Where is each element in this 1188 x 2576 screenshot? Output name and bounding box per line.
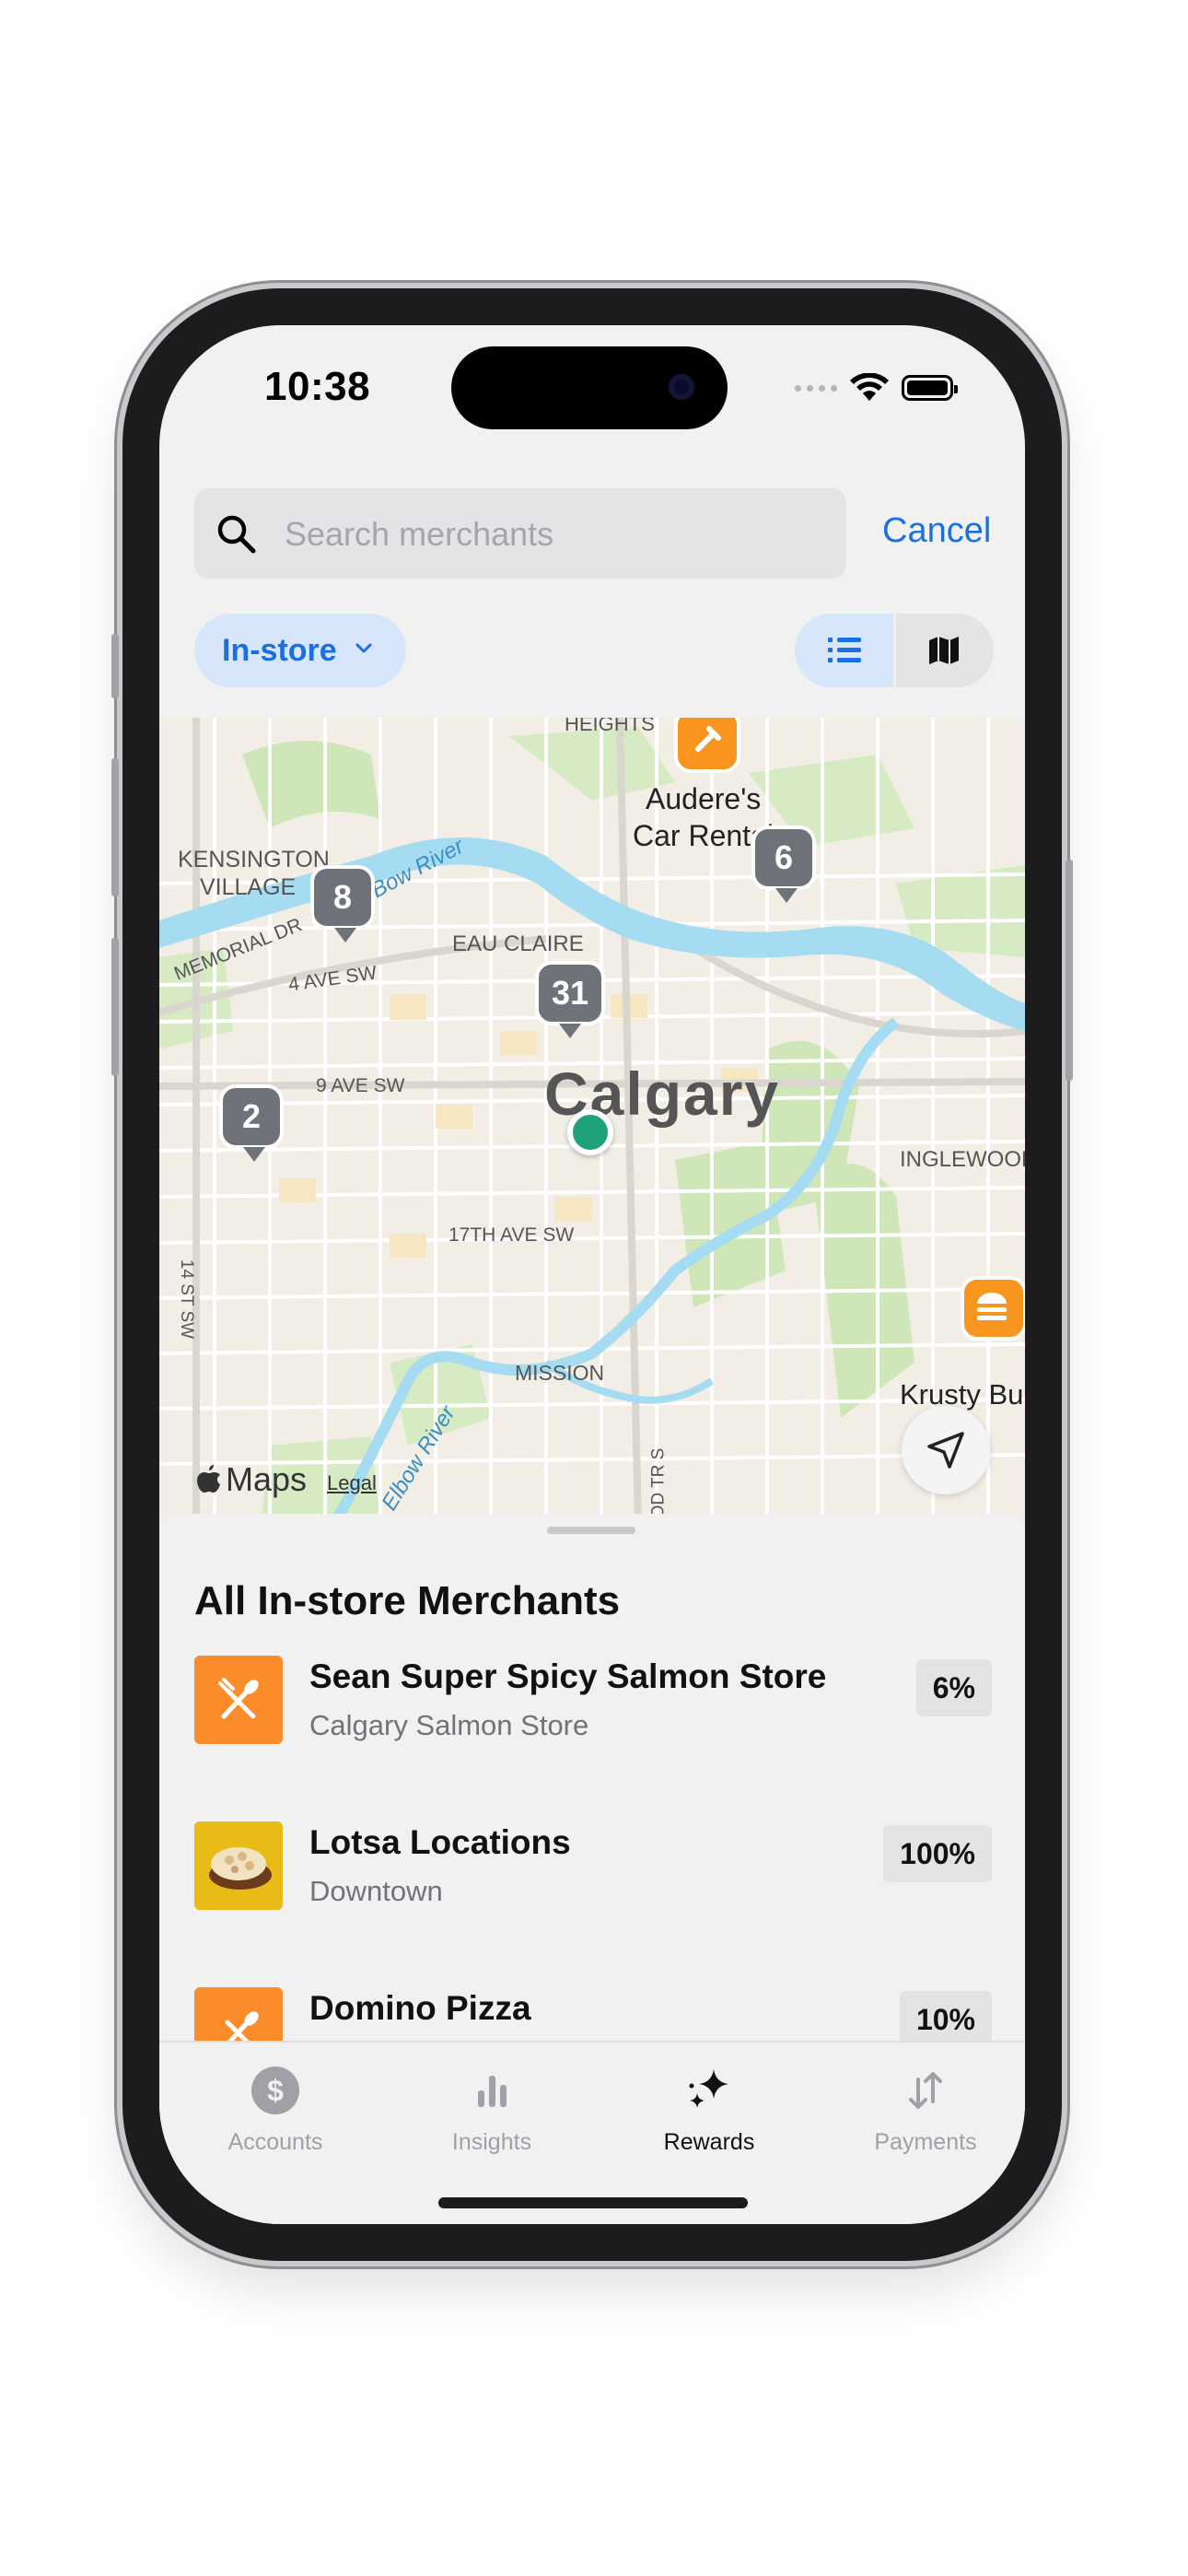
phone-frame: 10:38 Cancel In-store (111, 288, 1073, 2261)
location-arrow-icon (927, 1432, 964, 1469)
merchant-subtitle: Downtown (309, 1875, 443, 1907)
sheet-title: All In-store Merchants (194, 1578, 621, 1623)
arrows-icon (909, 2072, 942, 2109)
burger-icon (977, 1293, 1007, 1320)
search-box[interactable] (194, 488, 846, 580)
food-bowl-image (194, 1821, 283, 1910)
merchant-name: Sean Super Spicy Salmon Store (309, 1657, 827, 1695)
screen: 10:38 Cancel In-store (159, 325, 1025, 2224)
map-view-button[interactable] (894, 614, 994, 687)
tab-label: Rewards (663, 2129, 755, 2155)
sheet-grabber[interactable] (547, 1527, 635, 1534)
silent-switch (111, 634, 119, 698)
merchant-thumb (194, 1656, 283, 1744)
merchant-pin-food[interactable] (961, 1276, 1025, 1341)
locate-me-button[interactable] (902, 1406, 990, 1494)
apple-maps-logo: Maps (196, 1460, 307, 1499)
tab-accounts[interactable]: $ Accounts (188, 2063, 363, 2156)
map-label-krusty: Krusty Bu (900, 1378, 1024, 1411)
signal-dots-icon (795, 384, 837, 392)
merchant-name: Domino Pizza (309, 1989, 531, 2027)
svg-text:$: $ (267, 2074, 284, 2107)
map-label-audere: Audere's (646, 782, 762, 815)
tab-rewards[interactable]: Rewards (622, 2063, 797, 2156)
volume-up-button (111, 758, 119, 896)
cluster-pin-2[interactable]: 2 (219, 1084, 284, 1162)
tab-label: Payments (874, 2129, 977, 2155)
reward-badge: 100% (883, 1825, 992, 1882)
list-view-button[interactable] (795, 614, 894, 687)
map-label-kensington: KENSINGTON (178, 847, 330, 872)
apple-logo-icon (197, 1465, 220, 1493)
list-icon (828, 638, 861, 662)
volume-down-button (111, 938, 119, 1076)
merchant-pin-auto[interactable] (674, 718, 740, 773)
user-location-dot (567, 1109, 613, 1155)
map-label-eau-claire: EAU CLAIRE (452, 931, 584, 956)
merchant-row[interactable]: Lotsa Locations Downtown 100% (194, 1821, 992, 1923)
wrench-icon (695, 726, 721, 752)
map-label-17th-ave: 17TH AVE SW (448, 1224, 575, 1246)
merchant-thumb-photo (194, 1821, 283, 1910)
tab-label: Accounts (227, 2129, 323, 2155)
map-icon (929, 637, 959, 664)
merchant-name: Lotsa Locations (309, 1823, 571, 1861)
cluster-pin-8[interactable]: 8 (310, 865, 375, 943)
dollar-icon: $ (251, 2067, 299, 2114)
cluster-pin-6[interactable]: 6 (751, 825, 816, 903)
home-indicator[interactable] (438, 2197, 748, 2208)
legal-link[interactable]: Legal (327, 1471, 377, 1495)
filter-dropdown[interactable]: In-store (194, 614, 406, 687)
view-toggle (795, 614, 994, 687)
map-label-od-tr: OD TR S (648, 1447, 669, 1519)
fork-knife-icon (218, 1678, 259, 1719)
tab-label: Insights (451, 2129, 532, 2155)
map-label-mission: MISSION (515, 1361, 605, 1385)
tab-insights[interactable]: Insights (404, 2063, 579, 2156)
map-label-village: VILLAGE (200, 874, 297, 900)
power-button (1066, 860, 1073, 1081)
map-label-inglewood: INGLEWOOD (900, 1147, 1025, 1172)
chevron-down-icon (355, 643, 372, 653)
wifi-icon (850, 373, 889, 401)
sparkle-icon (689, 2069, 728, 2108)
dynamic-island (451, 346, 728, 429)
bar-chart-icon (478, 2076, 507, 2107)
cluster-pin-31[interactable]: 31 (535, 961, 605, 1038)
merchant-row[interactable]: Sean Super Spicy Salmon Store Calgary Sa… (194, 1656, 992, 1757)
merchant-subtitle: Calgary Salmon Store (309, 1709, 589, 1741)
status-icons (795, 373, 958, 403)
search-icon (217, 515, 256, 554)
filter-label: In-store (222, 632, 337, 668)
camera (669, 374, 694, 400)
map-view[interactable]: HEIGHTS Audere's Car Rental KENSINGTON V… (159, 718, 1025, 1524)
battery-icon (902, 375, 958, 401)
map-label-9-ave: 9 AVE SW (316, 1075, 405, 1096)
map-label-14-st: 14 ST SW (177, 1259, 197, 1340)
cancel-button[interactable]: Cancel (882, 511, 991, 551)
search-input[interactable] (283, 488, 830, 580)
status-time: 10:38 (264, 364, 371, 409)
map-label-heights: HEIGHTS (565, 718, 655, 735)
tab-payments[interactable]: Payments (838, 2063, 1013, 2156)
maps-logo-text: Maps (226, 1460, 308, 1498)
reward-badge: 10% (899, 1991, 992, 2048)
reward-badge: 6% (915, 1659, 992, 1716)
